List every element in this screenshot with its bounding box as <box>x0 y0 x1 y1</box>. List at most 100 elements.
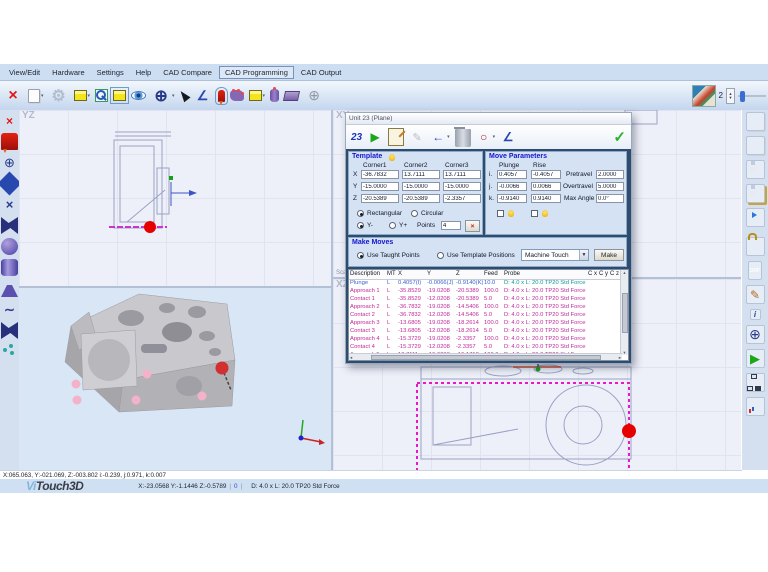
template-x-corner1[interactable] <box>361 170 399 179</box>
new-part-icon[interactable] <box>28 89 40 103</box>
machine-view-icon[interactable] <box>283 91 300 101</box>
template-z-corner2[interactable] <box>402 194 440 203</box>
template-y-corner3[interactable] <box>443 182 481 191</box>
lock-icon[interactable] <box>746 237 765 256</box>
template-z-corner1[interactable] <box>361 194 399 203</box>
i-rise-input[interactable] <box>531 170 561 179</box>
curve-feature-icon[interactable]: ∼ <box>1 301 18 318</box>
moves-table-hscrollbar[interactable]: ◄► <box>349 353 622 360</box>
shaded-view-icon[interactable] <box>113 90 126 101</box>
k-rise-input[interactable] <box>531 194 561 203</box>
move-mode-dropdown-icon[interactable]: ▼ <box>579 250 588 260</box>
circle-mode-icon[interactable]: ○ <box>476 128 492 146</box>
template-x-corner3[interactable] <box>443 170 481 179</box>
j-rise-input[interactable] <box>531 182 561 191</box>
circle-feature-icon[interactable]: ⊕ <box>1 154 18 171</box>
use-taught-points-radio[interactable] <box>357 252 364 259</box>
viewport-3d[interactable] <box>19 288 331 470</box>
settings-gear-icon[interactable]: ⚙ <box>49 85 69 107</box>
close-rail-icon[interactable]: × <box>1 112 18 129</box>
probe-count-spinner[interactable]: ▲▼ <box>726 88 735 104</box>
sync-icon[interactable] <box>746 208 765 227</box>
make-button[interactable]: Make <box>594 249 624 261</box>
viewport-splitter-left[interactable] <box>19 286 331 288</box>
view-cube-icon-dropdown[interactable]: ▾ <box>88 93 91 99</box>
probe-template-button[interactable]: × <box>465 220 480 232</box>
rotary-indexer-icon[interactable]: ⊕ <box>304 85 324 107</box>
pretravel-input[interactable] <box>596 170 624 179</box>
datum-target-icon[interactable]: ⊕ <box>151 85 171 107</box>
overtravel-input[interactable] <box>596 182 624 191</box>
speed-slider[interactable] <box>738 95 766 97</box>
vector-angle-icon[interactable]: ∠ <box>193 85 213 107</box>
vector-mode-icon[interactable]: ∠ <box>500 128 516 146</box>
speed-slider-thumb[interactable] <box>740 91 745 102</box>
template-y-corner1[interactable] <box>361 182 399 191</box>
new-file-icon[interactable] <box>746 112 765 131</box>
delete-moves-icon[interactable] <box>455 129 471 147</box>
use-template-positions-radio[interactable] <box>437 252 444 259</box>
new-part-icon-dropdown[interactable]: ▾ <box>41 93 44 99</box>
accept-button[interactable]: ✓ <box>613 128 626 146</box>
menu-cad-programming[interactable]: CAD Programming <box>219 66 294 79</box>
flowchart-icon[interactable] <box>746 373 765 392</box>
template-y-corner2[interactable] <box>402 182 440 191</box>
y-minus-radio[interactable] <box>357 222 364 229</box>
j-plunge-input[interactable] <box>497 182 527 191</box>
teach-notepad-icon[interactable] <box>388 128 404 146</box>
menu-view-edit[interactable]: View/Edit <box>4 67 45 78</box>
undo-move-icon-dropdown[interactable]: ▾ <box>447 134 450 140</box>
visibility-eye-icon[interactable] <box>131 91 146 100</box>
template-x-corner2[interactable] <box>402 170 440 179</box>
undo-move-icon[interactable]: ← <box>430 128 446 146</box>
report-view-icon[interactable] <box>746 397 765 416</box>
edit-pencil-icon[interactable]: ✎ <box>409 128 425 146</box>
save-as-icon[interactable] <box>746 184 765 203</box>
run-unit-icon[interactable]: ▶ <box>367 128 383 146</box>
rectangular-radio[interactable] <box>357 210 364 217</box>
dxf-export-icon[interactable]: DXF <box>748 261 762 280</box>
zoom-window-icon[interactable] <box>95 89 108 102</box>
move-row-contact-1[interactable]: Contact 1L-35.8529-12.0208-20.53895.0D: … <box>349 295 628 303</box>
move-row-approach-4[interactable]: Approach 4L-15.3729-19.0208-2.3357100.0D… <box>349 335 628 343</box>
run-program-icon[interactable]: ▶ <box>746 349 765 368</box>
probe-part-icon[interactable] <box>230 90 244 101</box>
cone-feature-icon[interactable] <box>1 280 18 297</box>
report-edit-icon[interactable]: ✎ <box>746 285 765 304</box>
menu-cad-compare[interactable]: CAD Compare <box>158 67 217 78</box>
view-cube-icon[interactable] <box>74 90 87 101</box>
open-file-icon[interactable] <box>746 136 765 155</box>
delete-unit-icon[interactable]: × <box>3 85 23 107</box>
move-row-plunge[interactable]: PlungeL0.4057(I)-0.0066(J)-0.9140(K)10.0… <box>349 279 628 287</box>
cylinder-feature-icon[interactable] <box>1 259 18 276</box>
rise-option-checkbox[interactable] <box>531 210 538 217</box>
save-icon[interactable] <box>746 160 765 179</box>
target-icon[interactable]: ⊕ <box>746 325 765 344</box>
plane3-feature-icon[interactable] <box>1 322 18 339</box>
datum-target-icon-dropdown[interactable]: ▾ <box>172 93 175 99</box>
point-feature-icon[interactable]: × <box>1 196 18 213</box>
viewport-yz[interactable]: YZ <box>19 110 331 286</box>
cad-solid-icon-dropdown[interactable]: ▾ <box>263 93 266 99</box>
sphere-feature-icon[interactable] <box>1 238 18 255</box>
viewport-splitter-vertical[interactable] <box>331 110 333 470</box>
menu-hardware[interactable]: Hardware <box>47 67 90 78</box>
probe-photo-button[interactable] <box>692 85 716 107</box>
menu-help[interactable]: Help <box>131 67 156 78</box>
i-plunge-input[interactable] <box>497 170 527 179</box>
move-row-contact-3[interactable]: Contact 3L-13.6805-12.0208-18.26145.0D: … <box>349 327 628 335</box>
plunge-option-checkbox[interactable] <box>497 210 504 217</box>
move-row-approach-2[interactable]: Approach 2L-36.7832-19.0208-14.5406100.0… <box>349 303 628 311</box>
menu-cad-output[interactable]: CAD Output <box>296 67 346 78</box>
points-input[interactable] <box>441 221 461 230</box>
cad-solid-icon[interactable] <box>249 90 262 101</box>
circular-radio[interactable] <box>411 210 418 217</box>
unit-dialog-titlebar[interactable]: Unit 23 (Plane) <box>346 113 631 125</box>
info-icon[interactable]: i <box>750 309 761 320</box>
probe-feature-icon[interactable] <box>1 133 18 150</box>
max-angle-input[interactable] <box>596 194 624 203</box>
cylinder-probe-icon[interactable] <box>270 89 279 102</box>
select-cursor-icon[interactable] <box>177 89 190 103</box>
pointcloud-feature-icon[interactable] <box>1 343 18 360</box>
move-row-contact-4[interactable]: Contact 4L-15.3729-12.0208-2.33575.0D: 4… <box>349 343 628 351</box>
